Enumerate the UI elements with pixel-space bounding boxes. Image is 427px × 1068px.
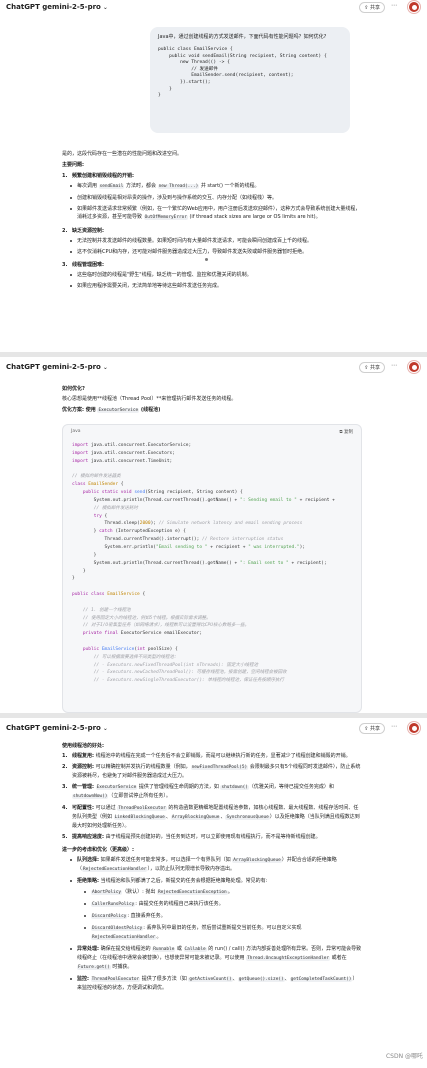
list-item: 无法控制并发发送邮件的线程数量。如果短时间内有大量邮件发送请求，可能会瞬间创建成… xyxy=(62,237,362,245)
chevron-down-icon: ⌄ xyxy=(102,364,108,371)
user-code: public class EmailService { public void … xyxy=(158,47,327,99)
issue-heading: 3. 线程管理困难: xyxy=(62,262,105,268)
list-item: 监控: ThreadPoolExecutor 提供了很多方法（如 getActi… xyxy=(62,975,362,992)
cursor-dot-icon xyxy=(205,258,208,261)
intro-text: 是的，这段代码存在一些潜在的性能问题和改进空间。 xyxy=(62,151,183,157)
share-label: 共享 xyxy=(369,365,380,371)
top-bar: ChatGPT gemini-2-5-pro ⌄ ⇪ 共享 ⋯ xyxy=(0,357,427,375)
assistant-answer: 是的，这段代码存在一些潜在的性能问题和改进空间。 主要问题: 1. 频繁创建和销毁… xyxy=(62,150,362,290)
share-label: 共享 xyxy=(369,5,380,11)
list-item: 异常处理: 确保在提交给线程池的 Runnable 或 Callable 的 r… xyxy=(62,945,362,972)
how-to-optimize-heading: 如何优化? xyxy=(62,386,85,392)
list-item: 队列选择: 如果邮件发送任务可能非常多，可以选择一个有界队列（如 ArrayBl… xyxy=(62,856,362,874)
model-title: ChatGPT gemini-2-5-pro xyxy=(6,3,101,11)
user-message: Java中，通过创建线程的方式发送邮件，下面代码有性能问题吗？如何优化? pub… xyxy=(150,27,350,133)
model-selector[interactable]: ChatGPT gemini-2-5-pro ⌄ xyxy=(6,363,108,371)
watermark: CSDN @哪吒 xyxy=(385,1053,423,1060)
code-block: Java ⧉ 复制 import java.util.concurrent.Ex… xyxy=(62,424,362,713)
list-item: DiscardOldestPolicy: 丢弃队列中最旧的任务，然后尝试重新提交… xyxy=(76,924,362,942)
scheme-heading: 优化方案: 使用 ExecutorService (线程池) xyxy=(62,407,161,413)
list-item: 这些临时创建的线程是"野生"线程，缺乏统一的管理、监控和优雅关闭的机制。 xyxy=(62,271,362,279)
top-bar: ChatGPT gemini-2-5-pro ⌄ ⇪ 共享 ⋯ xyxy=(0,718,427,736)
model-selector[interactable]: ChatGPT gemini-2-5-pro ⌄ xyxy=(6,3,108,11)
list-item: 如果邮件发送请求非常频繁（例如，在一个繁忙的Web应用中，用户注册后发送欢迎邮件… xyxy=(62,205,362,222)
main-issues-heading: 主要问题: xyxy=(62,162,84,168)
avatar[interactable] xyxy=(408,722,420,734)
issue-heading: 1. 频繁创建和销毁线程的开销: xyxy=(62,173,135,179)
list-item: CallerRunsPolicy: 由提交任务的线程自己来执行该任务。 xyxy=(76,900,362,909)
list-item: 4. 可配置性: 可以通过 ThreadPoolExecutor 的构造函数更精细… xyxy=(62,805,360,829)
share-button[interactable]: ⇪ 共享 xyxy=(359,723,385,734)
chevron-down-icon: ⌄ xyxy=(102,725,108,732)
share-button[interactable]: ⇪ 共享 xyxy=(359,2,385,13)
list-item: 5. 提高响应速度: 由于线程是预先创建好的，当任务到达时，可以立即使用现有线程执… xyxy=(62,834,321,840)
screenshot-panel-1: ChatGPT gemini-2-5-pro ⌄ ⇪ 共享 ⋯ Java中，通过创… xyxy=(0,0,427,352)
avatar[interactable] xyxy=(408,1,420,13)
avatar[interactable] xyxy=(408,361,420,373)
user-question: Java中，通过创建线程的方式发送邮件，下面代码有性能问题吗？如何优化? xyxy=(158,34,327,40)
list-item: DiscardPolicy: 直接丢弃任务。 xyxy=(76,912,362,921)
list-item: 创建和销毁线程是相对昂贵的操作，涉及到与操作系统的交互、内存分配（如线程栈）等。 xyxy=(62,194,362,202)
model-title: ChatGPT gemini-2-5-pro xyxy=(6,724,101,732)
benefits-section: 使用线程池的好处: 1. 线程复用: 线程池中的线程在完成一个任务后不会立即销毁，… xyxy=(62,742,362,992)
copy-label: 复制 xyxy=(344,430,353,435)
model-selector[interactable]: ChatGPT gemini-2-5-pro ⌄ xyxy=(6,724,108,732)
more-icon[interactable]: ⋯ xyxy=(391,723,397,730)
list-item: 如果应用程序需要关闭，无法简单地等待这些邮件发送任务完成。 xyxy=(62,282,362,290)
list-item: 3. 统一管理: ExecutorService 提供了管理线程生命周期的方法，如… xyxy=(62,784,334,799)
list-item: 1. 线程复用: 线程池中的线程在完成一个任务后不会立即销毁，而是可以继续执行新的… xyxy=(62,753,351,759)
policy-list: AbortPolicy（默认）: 抛出 RejectedExecutionExc… xyxy=(62,888,362,942)
list-item: 拒绝策略: 当线程池和队列都满了之后，新提交的任务会根据拒绝策略处理。常见的有: xyxy=(62,877,362,885)
code-language: Java xyxy=(71,429,81,434)
chevron-down-icon: ⌄ xyxy=(102,4,108,11)
issue-heading: 2. 缺乏资源控制: xyxy=(62,228,105,234)
list-item: 这不仅消耗CPU和内存，还可能对邮件服务器造成过大压力，导致邮件发送失败或邮件服… xyxy=(62,248,362,256)
optimization-intro: 如何优化? 核心思想是使用**线程池（Thread Pool）**来管理执行邮件… xyxy=(62,385,362,415)
list-item: 2. 资源控制: 可以精确控制并发执行的线程数量（例如，newFixedThrea… xyxy=(62,764,361,779)
copy-button[interactable]: ⧉ 复制 xyxy=(339,429,353,435)
top-bar: ChatGPT gemini-2-5-pro ⌄ ⇪ 共享 ⋯ xyxy=(0,0,427,16)
core-idea-text: 核心思想是使用**线程池（Thread Pool）**来管理执行邮件发送任务的线… xyxy=(62,396,237,402)
more-icon[interactable]: ⋯ xyxy=(391,2,397,9)
more-icon[interactable]: ⋯ xyxy=(391,362,397,369)
further-heading: 进一步的考虑和优化（更高级）: xyxy=(62,847,135,853)
screenshot-panel-2: ChatGPT gemini-2-5-pro ⌄ ⇪ 共享 ⋯ 如何优化? 核心思… xyxy=(0,357,427,713)
model-title: ChatGPT gemini-2-5-pro xyxy=(6,363,101,371)
benefits-heading: 使用线程池的好处: xyxy=(62,743,105,749)
list-item: 每次调用 sendEmail 方法时，都会 new Thread(...) 并 … xyxy=(62,182,362,191)
list-item: AbortPolicy（默认）: 抛出 RejectedExecutionExc… xyxy=(76,888,362,897)
screenshot-panel-3: ChatGPT gemini-2-5-pro ⌄ ⇪ 共享 ⋯ 使用线程池的好处:… xyxy=(0,718,427,1068)
share-label: 共享 xyxy=(369,726,380,732)
share-button[interactable]: ⇪ 共享 xyxy=(359,362,385,373)
code-content: import java.util.concurrent.ExecutorServ… xyxy=(72,443,335,684)
